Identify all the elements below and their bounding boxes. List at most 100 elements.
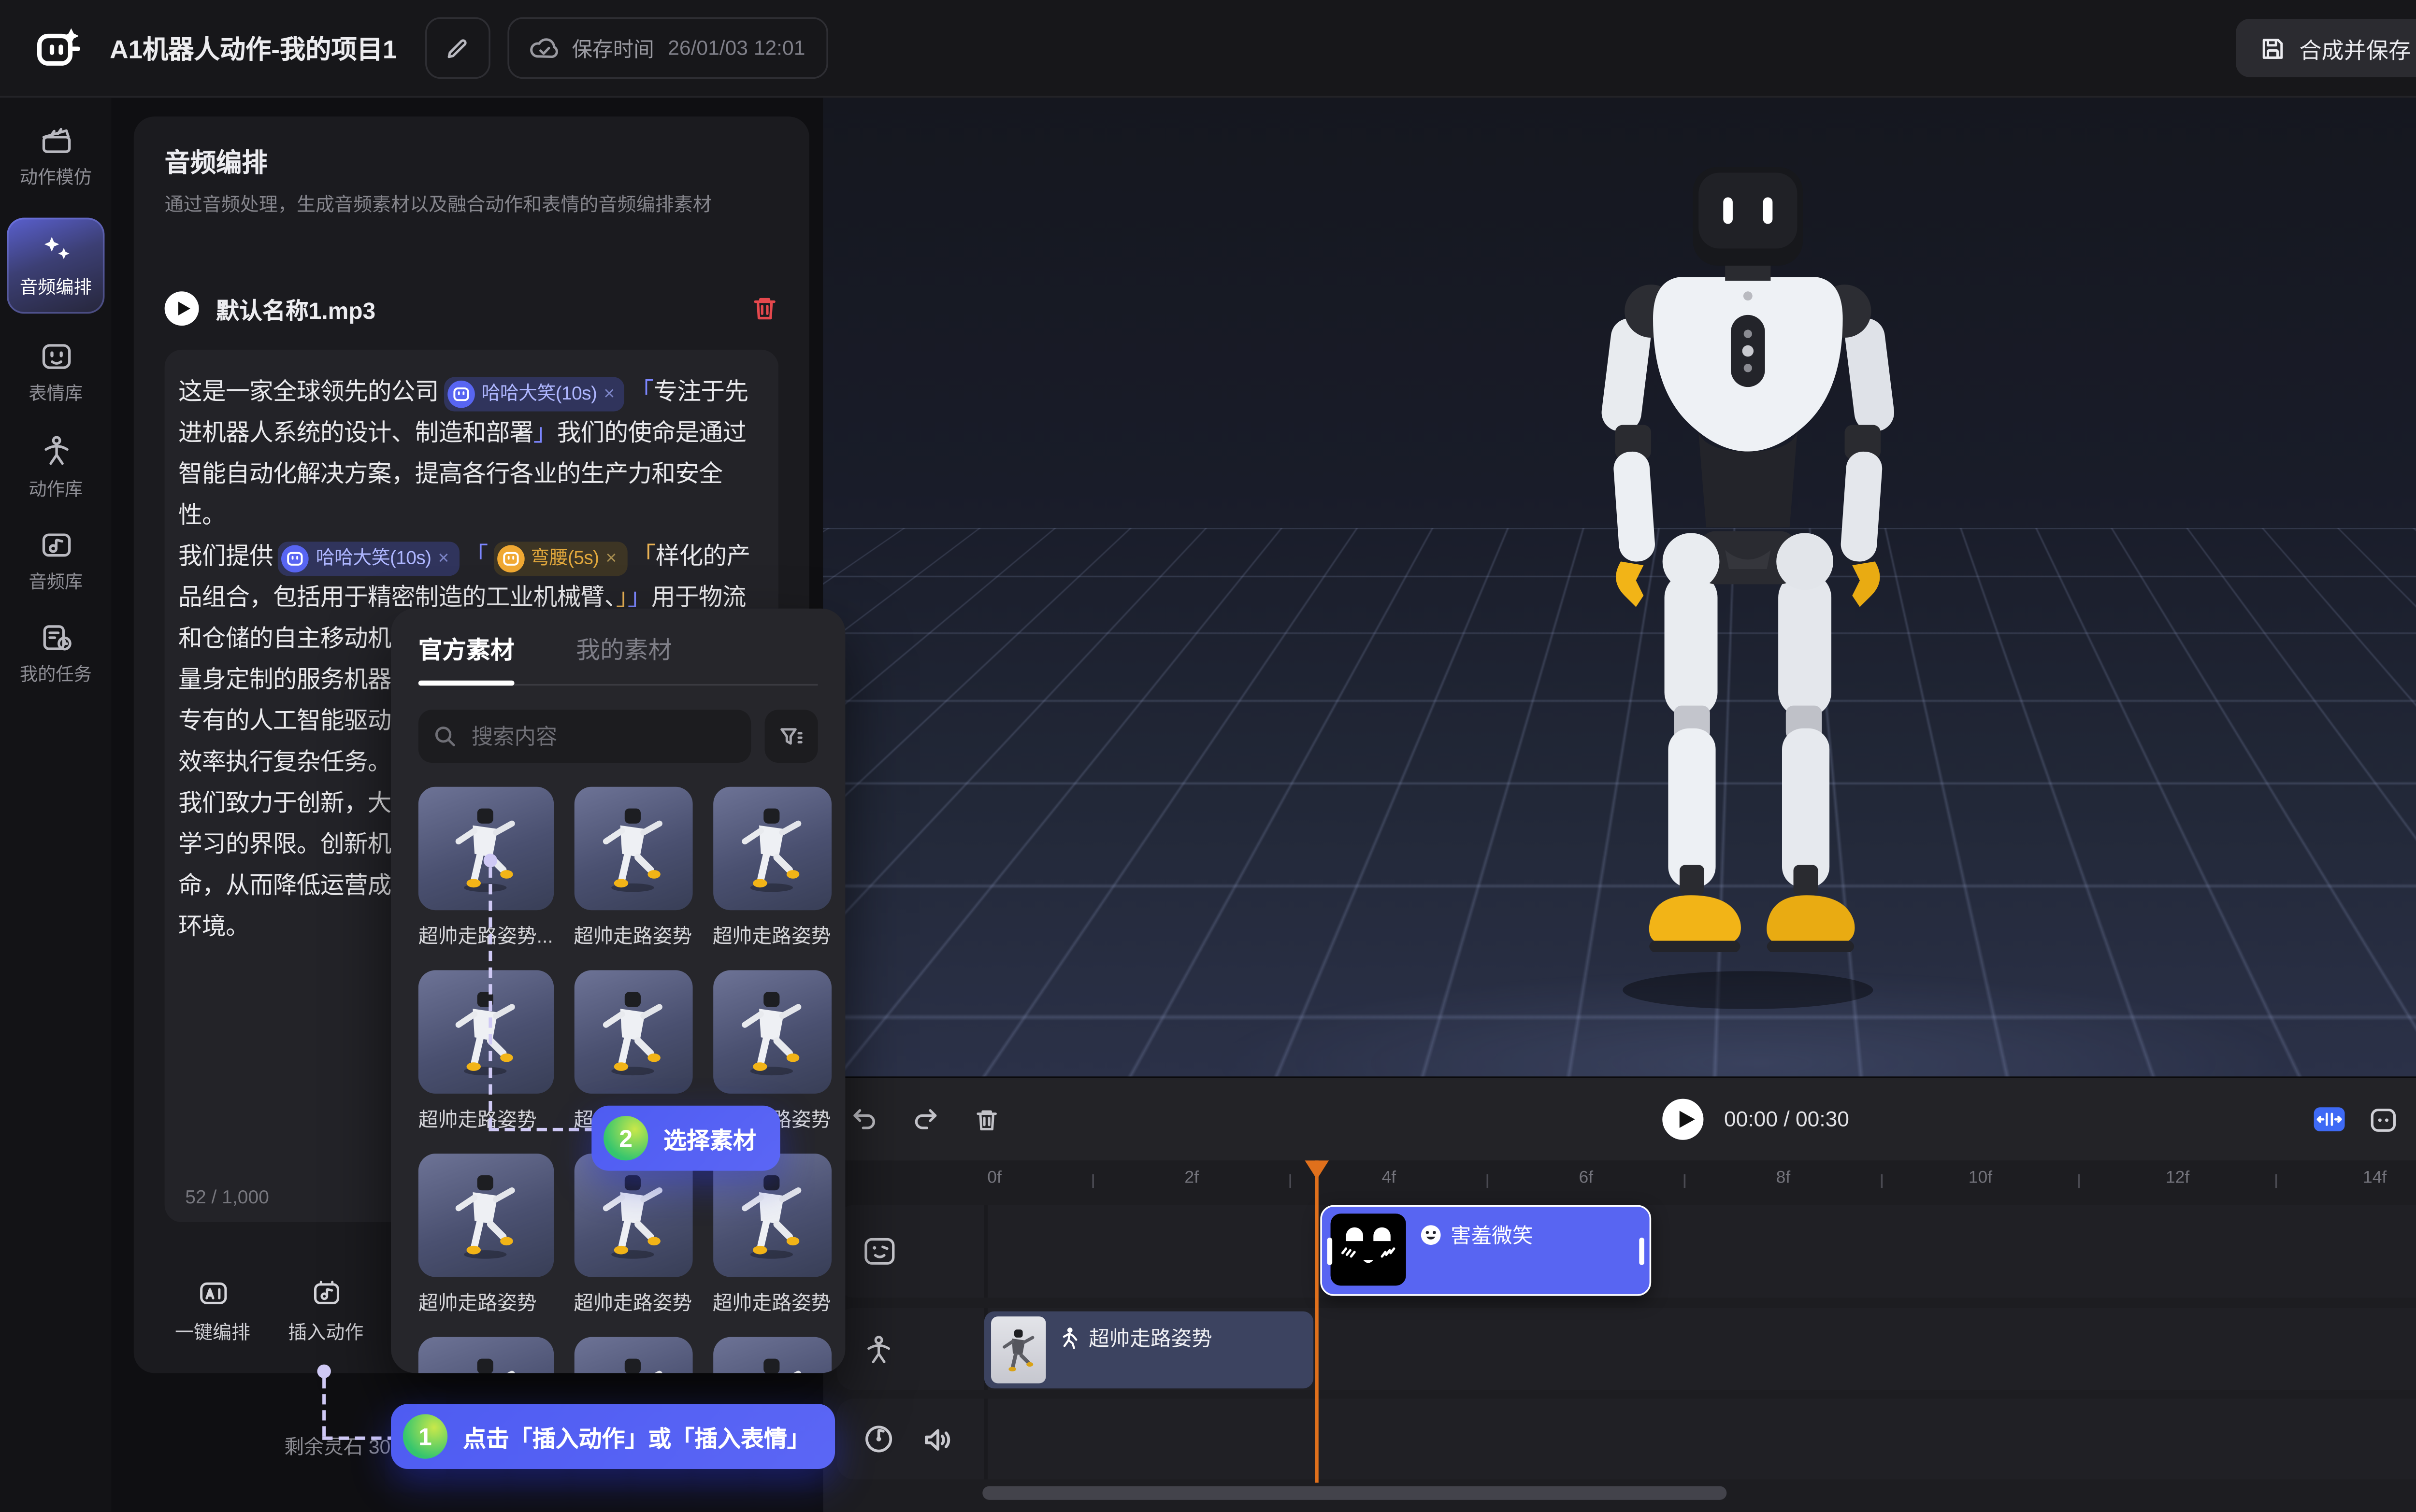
asset-card[interactable]: 超帅走路姿势	[574, 1337, 692, 1373]
transcript-tag[interactable]: 哈哈大笑(10s)×	[444, 377, 624, 412]
playhead-line[interactable]	[1315, 1160, 1319, 1483]
asset-thumbnail	[418, 787, 553, 910]
tooltip-text: 选择素材	[663, 1121, 756, 1155]
app-logo-icon	[34, 24, 82, 72]
transcript-tag[interactable]: 弯腰(5s)×	[493, 542, 627, 576]
sparkles-icon	[39, 231, 73, 266]
one-click-arrange-label: 一键编排	[175, 1318, 250, 1346]
asset-thumbnail	[713, 787, 831, 910]
asset-card[interactable]: 超帅走路姿势	[713, 787, 831, 950]
step-badge: 1	[403, 1414, 447, 1458]
sidebar-item-my-tasks[interactable]: 我的任务	[0, 622, 112, 687]
asset-card[interactable]: 超帅走路姿势	[574, 787, 692, 950]
delete-clip-button[interactable]	[974, 1107, 1000, 1132]
motion-clip[interactable]: 超帅走路姿势	[984, 1312, 1313, 1389]
sidebar-item-expression-library[interactable]: 表情库	[0, 341, 112, 406]
emoji-smile-icon	[1420, 1224, 1442, 1246]
asset-thumbnail	[713, 1154, 831, 1277]
motion-clip-thumbnail	[991, 1316, 1046, 1383]
asset-grid: 超帅走路姿势... 超帅走路姿势	[418, 787, 818, 1373]
sidebar-label: 动作库	[29, 476, 83, 502]
asset-thumbnail	[574, 1154, 692, 1277]
asset-search-input[interactable]	[468, 723, 736, 750]
audio-track[interactable]	[837, 1399, 2416, 1480]
asset-card[interactable]: 超帅走路姿势...	[418, 787, 553, 950]
robot-model[interactable]	[1551, 159, 1945, 1051]
clip-trim-handle-left[interactable]	[1327, 1237, 1333, 1264]
save-time-value: 26/01/03 12:01	[668, 36, 805, 60]
asset-card[interactable]: 超帅走路姿势	[713, 1154, 831, 1316]
undo-button[interactable]	[850, 1107, 878, 1131]
tab-my-assets[interactable]: 我的素材	[576, 632, 672, 667]
expression-clip-thumbnail	[1331, 1213, 1406, 1285]
timeline-toolbar: 00:00 / 00:30	[823, 1078, 2416, 1160]
sidebar-item-motion-mimic[interactable]: 动作模仿	[0, 125, 112, 190]
synthesize-save-button[interactable]: 合成并保存	[2236, 19, 2416, 77]
sidebar-item-audio-library[interactable]: 音频库	[0, 529, 112, 595]
audio-file-name: 默认名称1.mp3	[216, 291, 375, 326]
sidebar-label: 动作模仿	[20, 165, 92, 190]
asset-tabs: 官方素材 我的素材	[418, 632, 818, 685]
save-time-chip: 保存时间 26/01/03 12:01	[507, 17, 828, 79]
wink-face-icon	[863, 1236, 897, 1267]
sidebar-item-motion-library[interactable]: 动作库	[0, 434, 112, 502]
redo-button[interactable]	[912, 1107, 940, 1131]
expression-clip[interactable]: 害羞微笑	[1320, 1205, 1651, 1296]
speaker-icon[interactable]	[922, 1426, 953, 1453]
search-icon	[434, 725, 456, 747]
rename-button[interactable]	[424, 17, 489, 79]
filter-button[interactable]	[765, 710, 818, 763]
asset-label: 超帅走路姿势	[418, 1289, 553, 1316]
connector-dot	[317, 1365, 331, 1378]
motion-track-header	[837, 1308, 988, 1390]
play-button[interactable]	[1662, 1099, 1703, 1140]
transcript-tag[interactable]: 哈哈大笑(10s)×	[278, 542, 459, 576]
asset-thumbnail	[574, 970, 692, 1093]
tab-official-assets[interactable]: 官方素材	[418, 632, 515, 667]
tooltip-text: 点击「插入动作」或「插入表情」	[463, 1419, 810, 1454]
music-library-icon	[39, 529, 73, 560]
synthesize-save-label: 合成并保存	[2299, 32, 2411, 64]
asset-card[interactable]: 超帅走路姿势	[713, 1337, 831, 1373]
sidebar-item-audio-arrange[interactable]: 音频编排	[7, 218, 104, 314]
audio-track-header	[837, 1399, 988, 1480]
person-icon	[863, 1333, 895, 1365]
asset-label: 超帅走路姿势...	[418, 922, 553, 950]
disc-note-icon	[863, 1423, 895, 1455]
person-icon	[39, 434, 73, 468]
insert-motion-button[interactable]: 插入动作	[278, 1279, 374, 1345]
fit-timeline-button[interactable]	[2313, 1106, 2345, 1133]
asset-card[interactable]: 超帅走路姿势	[418, 970, 553, 1133]
frame-view-button[interactable]	[2370, 1107, 2397, 1132]
viewport-3d[interactable]: Z Y X	[823, 98, 2416, 1076]
floppy-icon	[2260, 35, 2286, 61]
running-person-icon	[1060, 1326, 1080, 1350]
asset-thumbnail	[418, 970, 553, 1093]
asset-label: 超帅走路姿势	[713, 922, 831, 950]
task-list-icon	[39, 622, 73, 653]
asset-card[interactable]: 超帅走路姿势	[574, 1154, 692, 1316]
filter-funnel-icon	[778, 724, 804, 748]
audio-play-button[interactable]	[165, 291, 199, 326]
asset-card[interactable]: 超帅走路姿势	[418, 1154, 553, 1316]
pencil-icon	[444, 35, 470, 61]
timeline-ruler[interactable]: 0f2f4f6f8f10f12f14f16f	[974, 1160, 2416, 1201]
asset-picker-popup: 官方素材 我的素材	[391, 609, 845, 1373]
motion-clip-label: 超帅走路姿势	[1089, 1323, 1212, 1352]
motion-card-icon	[309, 1279, 342, 1308]
playhead[interactable]	[1305, 1160, 1329, 1179]
tooltip-step2: 2 选择素材	[591, 1106, 780, 1171]
sidebar-label: 表情库	[29, 381, 83, 406]
clip-trim-handle-right[interactable]	[1639, 1237, 1644, 1264]
robot-face-icon	[39, 341, 73, 372]
connector-line	[489, 868, 492, 1128]
one-click-arrange-button[interactable]: 一键编排	[165, 1279, 261, 1345]
asset-card[interactable]: 超帅走路姿势	[418, 1337, 553, 1373]
asset-thumbnail	[713, 970, 831, 1093]
ai-icon	[196, 1279, 229, 1308]
connector-dot	[484, 854, 497, 867]
connector-line	[489, 1128, 595, 1131]
delete-audio-button[interactable]	[751, 295, 778, 322]
asset-thumbnail	[574, 787, 692, 910]
timeline-scrollbar[interactable]	[982, 1486, 1726, 1500]
